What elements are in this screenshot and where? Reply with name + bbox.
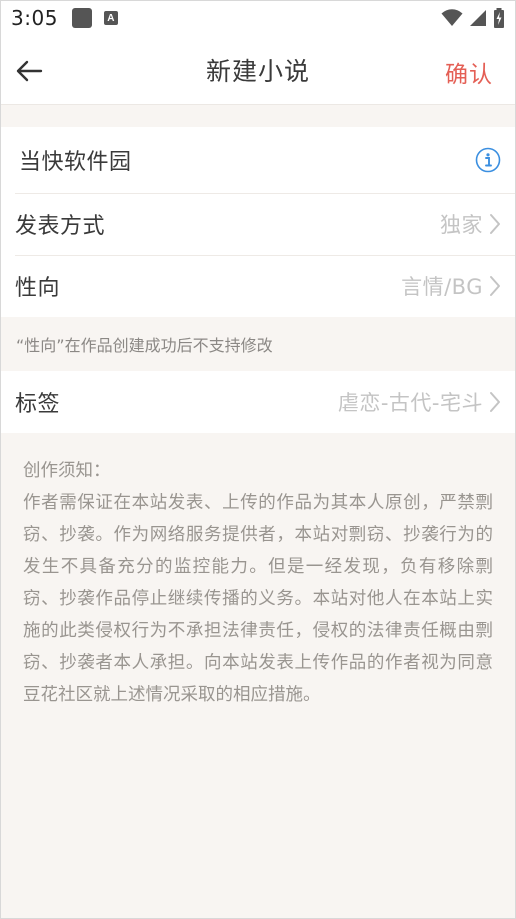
software-row: 当快软件园 xyxy=(1,127,515,193)
status-time: 3:05 xyxy=(11,6,58,30)
arrow-left-icon xyxy=(16,60,43,82)
publish-method-value: 独家 xyxy=(440,213,483,237)
back-button[interactable] xyxy=(13,55,45,87)
info-icon[interactable] xyxy=(475,147,501,173)
status-right-icons xyxy=(441,8,505,28)
text-notification-icon: A xyxy=(103,11,118,25)
orientation-value: 言情/BG xyxy=(401,275,483,299)
orientation-label: 性向 xyxy=(15,276,61,301)
nav-bar: 新建小说 确认 xyxy=(1,35,515,105)
battery-icon xyxy=(494,8,504,28)
orientation-note: “性向”在作品创建成功后不支持修改 xyxy=(1,317,515,371)
creation-notice: 创作须知： 作者需保证在本站发表、上传的作品为其本人原创，严禁剽窃、抄袭。作为网… xyxy=(1,433,515,711)
chevron-right-icon xyxy=(490,276,500,296)
notice-title: 创作须知： xyxy=(23,461,111,481)
wifi-icon xyxy=(441,9,463,26)
notice-body: 作者需保证在本站发表、上传的作品为其本人原创，严禁剽窃、抄袭。作为网络服务提供者… xyxy=(23,493,493,705)
orientation-row[interactable]: 性向 言情/BG xyxy=(1,255,515,317)
publish-method-row[interactable]: 发表方式 独家 xyxy=(1,193,515,255)
status-left-icons: A xyxy=(71,8,118,28)
tags-label: 标签 xyxy=(15,392,61,417)
tags-row[interactable]: 标签 虐恋-古代-宅斗 xyxy=(1,371,515,433)
status-bar: 3:05 A xyxy=(1,1,515,35)
chevron-right-icon xyxy=(490,392,500,412)
publish-method-label: 发表方式 xyxy=(15,214,106,239)
software-row-label: 当快软件园 xyxy=(19,150,132,175)
tags-value: 虐恋-古代-宅斗 xyxy=(337,391,483,415)
section-spacer xyxy=(1,105,515,127)
chevron-right-icon xyxy=(490,214,500,234)
notification-square-icon xyxy=(71,8,92,28)
page-title: 新建小说 xyxy=(205,56,310,86)
signal-icon xyxy=(470,10,486,26)
confirm-button[interactable]: 确认 xyxy=(445,55,493,89)
